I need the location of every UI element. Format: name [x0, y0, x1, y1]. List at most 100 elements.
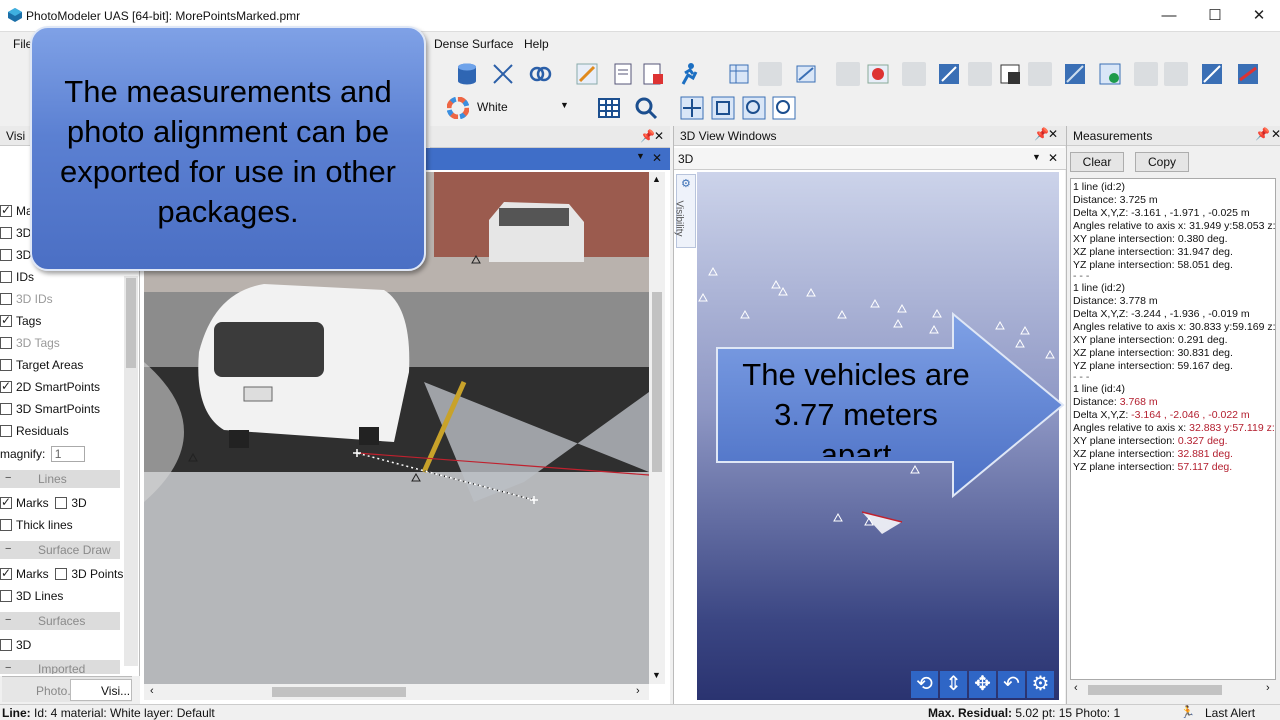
layer-tool-icon[interactable] — [795, 62, 819, 86]
menu-dense-surface[interactable]: Dense Surface — [434, 37, 513, 51]
axis-tool-icon[interactable] — [491, 62, 515, 86]
sd-marks-row[interactable]: Marks 3D Points — [0, 566, 123, 587]
copy-button[interactable]: Copy — [1135, 152, 1189, 172]
measurements-h-scrollbar[interactable]: ‹ › — [1070, 682, 1276, 698]
checkbox[interactable] — [0, 403, 12, 415]
pin-icon[interactable]: 📌 — [640, 129, 655, 143]
database-icon[interactable] — [455, 62, 479, 86]
chevron-right-icon[interactable]: › — [1266, 682, 1270, 694]
checkbox[interactable] — [0, 249, 12, 261]
checkbox[interactable] — [0, 639, 12, 651]
checkbox[interactable] — [0, 313, 12, 327]
checkbox[interactable] — [0, 425, 12, 437]
photo-horizontal-scrollbar[interactable]: ‹ › — [144, 684, 649, 700]
group-surface-draw[interactable]: − Surface Draw — [0, 541, 120, 559]
vis-row-3d-tags[interactable]: 3D Tags — [0, 336, 60, 356]
measure-icon[interactable] — [1236, 62, 1260, 86]
magnify-input[interactable]: 1 — [50, 446, 85, 462]
report-icon[interactable] — [611, 62, 635, 86]
visibility-side-tab[interactable]: ⚙ Visibility — [673, 174, 696, 248]
chevron-down-icon[interactable]: ▼ — [636, 151, 645, 161]
vis-row-tags[interactable]: Tags — [0, 313, 41, 334]
tab-photo[interactable]: Photo... — [6, 681, 77, 701]
undo-view-icon[interactable]: ↶ — [998, 671, 1025, 698]
move-updown-icon[interactable]: ⇕ — [940, 671, 967, 698]
crop-icon[interactable] — [998, 62, 1022, 86]
last-alert-button[interactable]: Last Alert — [1205, 706, 1255, 720]
vis-row-ids[interactable]: IDs — [0, 270, 34, 290]
checkbox[interactable] — [0, 359, 12, 371]
collapse-icon[interactable]: − — [5, 543, 11, 555]
checkbox[interactable] — [0, 566, 12, 580]
vis-row-3d-ids[interactable]: 3D IDs — [0, 292, 53, 312]
close-button[interactable]: ✕ — [1236, 0, 1280, 32]
alert-runner-icon[interactable]: 🏃 — [1180, 705, 1195, 719]
collapse-icon[interactable]: − — [5, 662, 11, 674]
chevron-up-icon[interactable]: ▲ — [652, 174, 661, 184]
checkbox[interactable] — [0, 519, 12, 531]
link-icon[interactable] — [528, 62, 552, 86]
dense-surface-icon[interactable] — [937, 62, 961, 86]
close-icon[interactable]: ✕ — [654, 129, 664, 143]
checkbox[interactable] — [0, 293, 12, 305]
export-icon[interactable] — [1098, 62, 1122, 86]
checkbox[interactable] — [0, 379, 12, 393]
checkbox[interactable] — [0, 271, 12, 283]
table-icon[interactable] — [597, 96, 621, 120]
tab-visibility[interactable]: Visi... — [70, 679, 132, 701]
scroll-thumb[interactable] — [652, 292, 662, 472]
lines-marks-row[interactable]: Marks 3D — [0, 495, 87, 516]
pan-icon[interactable] — [680, 96, 704, 120]
pin-icon[interactable]: 📌 — [1255, 127, 1270, 141]
run-icon[interactable] — [677, 62, 701, 86]
menu-help[interactable]: Help — [524, 37, 549, 51]
chevron-left-icon[interactable]: ‹ — [150, 685, 154, 697]
close-icon[interactable]: ✕ — [1271, 127, 1280, 141]
collapse-icon[interactable]: − — [5, 614, 11, 626]
vis-scrollbar[interactable] — [124, 276, 138, 666]
zoom-out-icon[interactable] — [772, 96, 796, 120]
scale-icon[interactable] — [1200, 62, 1224, 86]
checkbox[interactable] — [55, 568, 68, 580]
zoom-fit-icon[interactable] — [711, 96, 735, 120]
group-surfaces[interactable]: − Surfaces — [0, 612, 120, 630]
color-select[interactable]: White ▼ — [447, 96, 577, 119]
view3d-tab[interactable]: 3D — [678, 152, 693, 166]
photo-table-icon[interactable] — [641, 62, 665, 86]
zoom-in-icon[interactable] — [742, 96, 766, 120]
grid-photos-icon[interactable] — [727, 62, 751, 86]
group-lines[interactable]: − Lines — [0, 470, 120, 488]
vis-row-3d-smartpoints[interactable]: 3D SmartPoints — [0, 402, 100, 422]
scroll-thumb[interactable] — [272, 687, 406, 697]
orient-icon[interactable] — [1063, 62, 1087, 86]
checkbox[interactable] — [55, 497, 68, 509]
close-icon[interactable]: ✕ — [1048, 151, 1058, 165]
search-icon[interactable] — [634, 96, 658, 120]
checkbox[interactable] — [0, 590, 12, 602]
vis-row-3d-b[interactable]: 3D — [0, 248, 31, 268]
clear-button[interactable]: Clear — [1070, 152, 1124, 172]
vis-row-3d[interactable]: 3D — [0, 226, 31, 246]
rotate-icon[interactable]: ⟲ — [911, 671, 938, 698]
edit-pencil-icon[interactable] — [575, 62, 599, 86]
settings-gear-icon[interactable]: ⚙ — [1027, 671, 1054, 698]
checkbox[interactable] — [0, 227, 12, 239]
close-icon[interactable]: ✕ — [1048, 127, 1058, 141]
chevron-left-icon[interactable]: ‹ — [1074, 682, 1078, 694]
vis-row-residuals[interactable]: Residuals — [0, 424, 69, 444]
maximize-button[interactable]: ☐ — [1192, 0, 1238, 32]
vis-row-target-areas[interactable]: Target Areas — [0, 358, 83, 378]
group-imported-objects[interactable]: − Imported objects — [0, 660, 120, 674]
minimize-button[interactable]: — — [1146, 0, 1192, 32]
surf-3d-row[interactable]: 3D — [0, 638, 31, 658]
checkbox[interactable] — [0, 337, 12, 349]
chevron-down-icon[interactable]: ▼ — [652, 670, 661, 680]
photo-vertical-scrollbar[interactable]: ▲ ▼ — [649, 172, 665, 684]
scroll-thumb[interactable] — [1088, 685, 1222, 695]
pan-cross-icon[interactable]: ✥ — [969, 671, 996, 698]
measurements-output[interactable]: 1 line (id:2) Distance: 3.725 m Delta X,… — [1070, 178, 1276, 680]
checkbox[interactable] — [0, 203, 12, 217]
mesh-tool-icon[interactable] — [866, 62, 890, 86]
checkbox[interactable] — [0, 495, 12, 509]
chevron-right-icon[interactable]: › — [636, 685, 640, 697]
